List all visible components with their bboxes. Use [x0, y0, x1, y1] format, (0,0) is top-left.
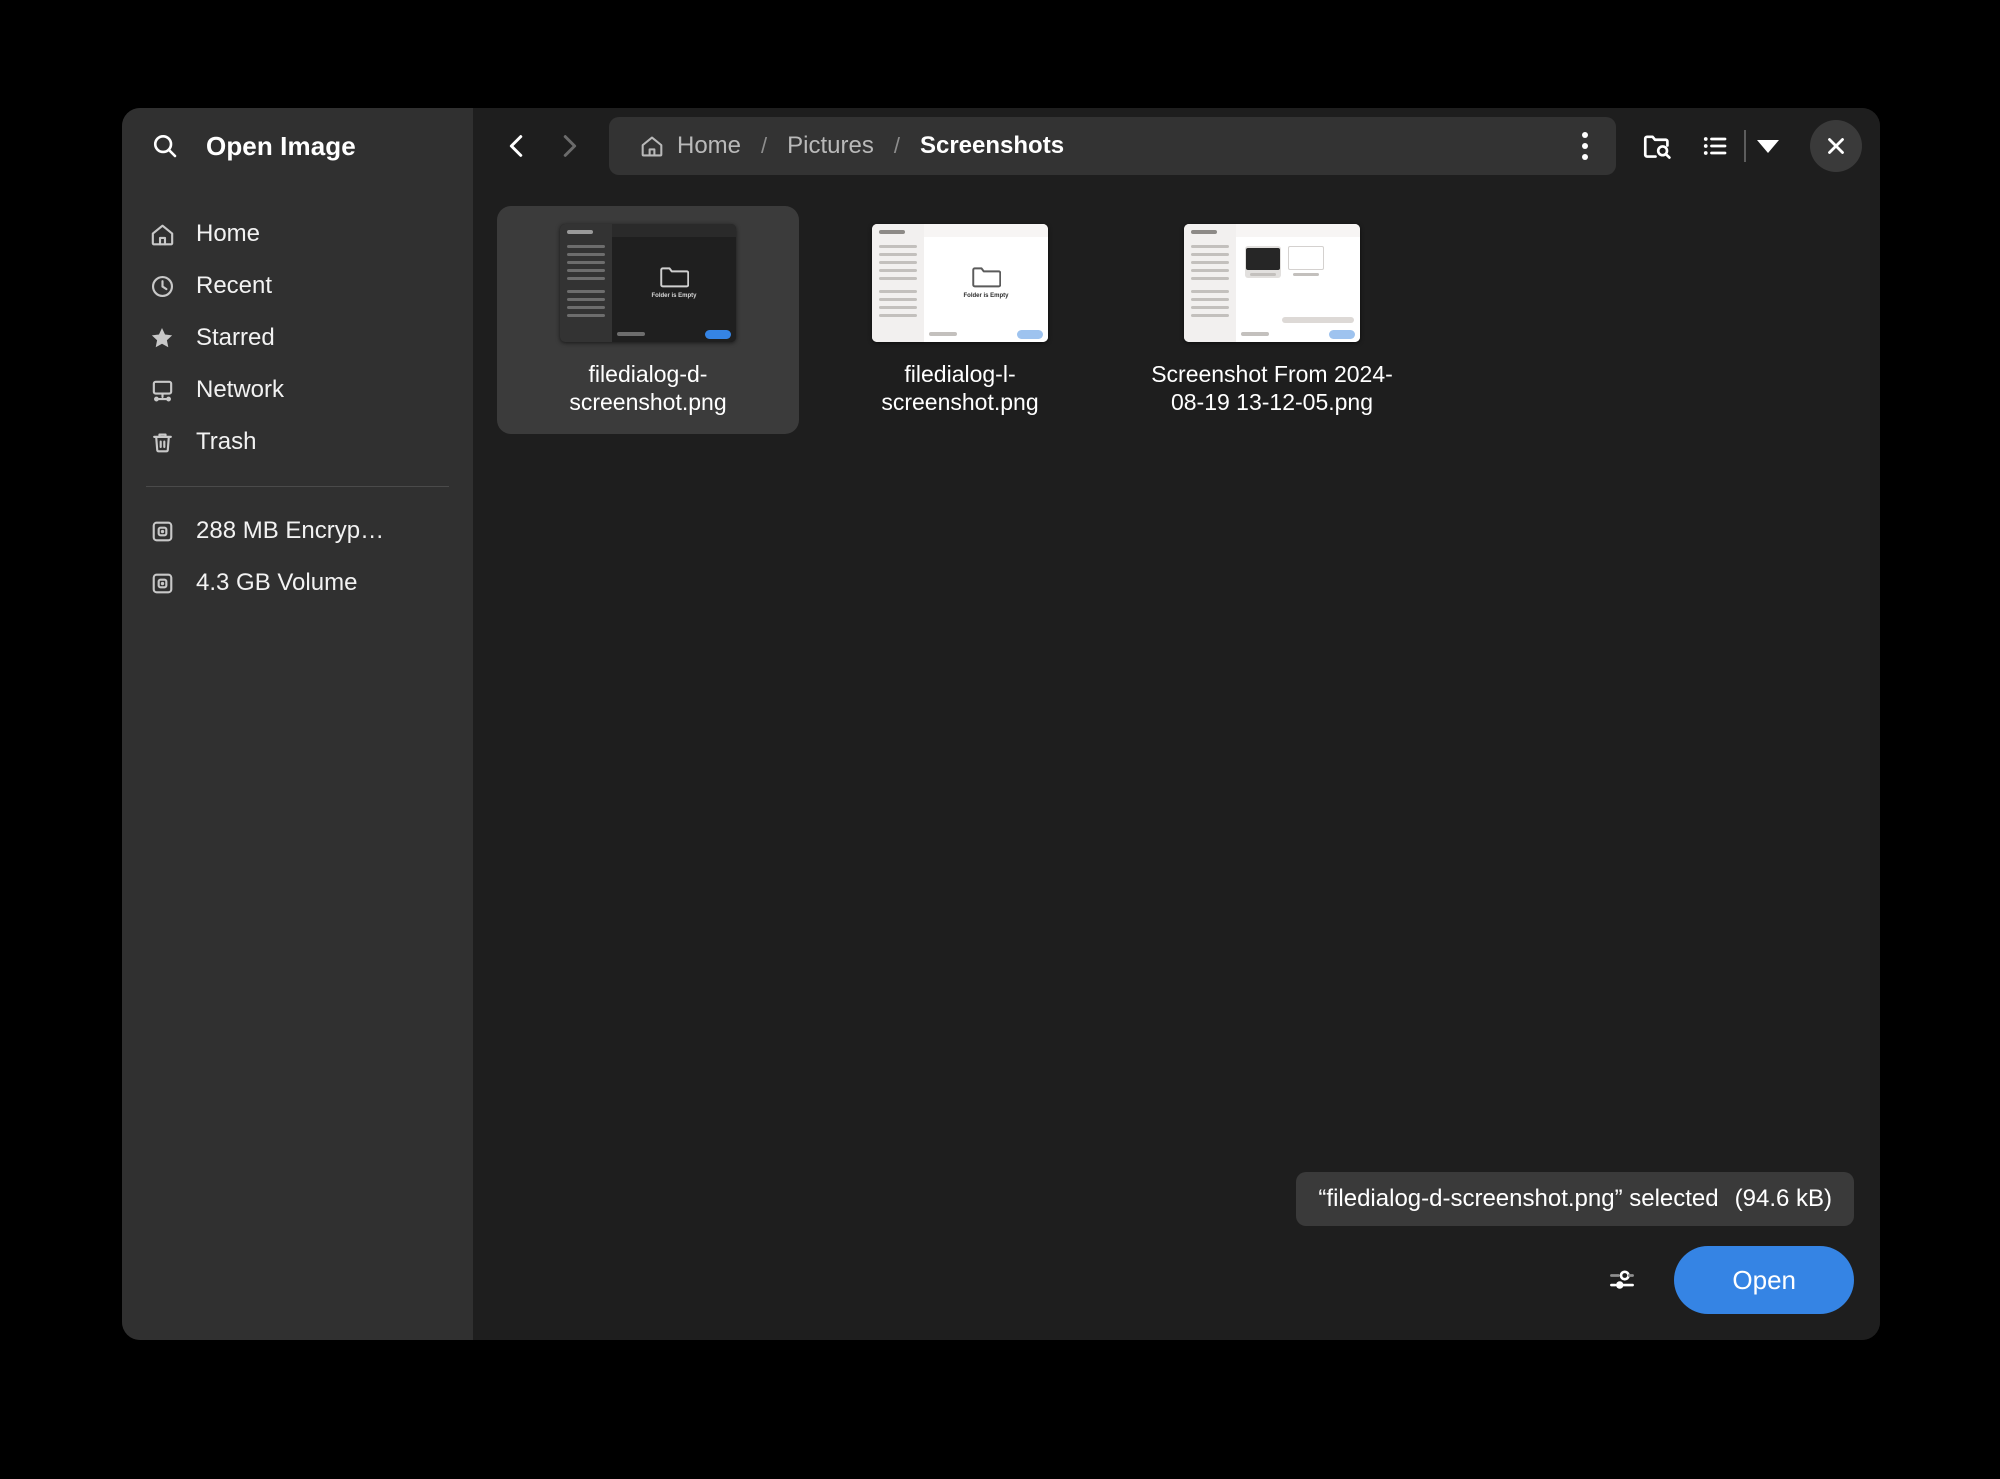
sidebar-divider: [146, 486, 449, 487]
button-divider: [1744, 130, 1746, 162]
drive-icon: [148, 569, 176, 597]
list-view-icon[interactable]: [1688, 119, 1742, 173]
sidebar-item-starred[interactable]: Starred: [136, 312, 459, 364]
thumbnail-caption: Folder is Empty: [963, 292, 1009, 299]
thumbnail-light-dialog: Folder is Empty: [872, 224, 1048, 342]
page-title: Open Image: [206, 130, 356, 161]
home-icon: [639, 133, 665, 159]
file-grid-area[interactable]: Folder is Empty filedialog-d-screenshot.…: [473, 184, 1880, 1172]
breadcrumb-separator: /: [761, 133, 768, 158]
sidebar-item-label: Starred: [196, 324, 275, 351]
close-icon[interactable]: [1810, 120, 1862, 172]
home-icon: [148, 220, 176, 248]
sidebar-item-label: Trash: [196, 428, 257, 455]
open-button[interactable]: Open: [1674, 1246, 1854, 1314]
chevron-down-icon[interactable]: [1748, 119, 1788, 173]
sidebar-item-label: 288 MB Encryp…: [196, 517, 385, 544]
star-icon: [148, 324, 176, 352]
sidebar: Open Image Home Recent Starred Network T…: [122, 108, 473, 1340]
thumbnail-light-grid: [1184, 224, 1360, 342]
folder-search-icon[interactable]: [1630, 119, 1684, 173]
sidebar-item-recent[interactable]: Recent: [136, 260, 459, 312]
sidebar-places-list: Home Recent Starred Network Trash 288 MB…: [122, 184, 473, 609]
breadcrumb-item-home[interactable]: Home: [631, 128, 749, 164]
sidebar-header: Open Image: [122, 108, 473, 184]
selection-status-text: “filedialog-d-screenshot.png” selected: [1318, 1185, 1719, 1212]
breadcrumb-label: Pictures: [787, 132, 874, 159]
file-item[interactable]: Screenshot From 2024-08-19 13-12-05.png: [1121, 206, 1423, 434]
back-button[interactable]: [491, 120, 543, 172]
file-name-label: filedialog-l-screenshot.png: [881, 361, 1039, 416]
breadcrumb: Home / Pictures / Screenshots: [609, 117, 1616, 175]
breadcrumb-list: Home / Pictures / Screenshots: [631, 128, 1556, 164]
main-panel: Home / Pictures / Screenshots Folder is …: [473, 108, 1880, 1340]
file-item[interactable]: Folder is Empty filedialog-d-screenshot.…: [497, 206, 799, 435]
screen-canvas: Open Image Home Recent Starred Network T…: [0, 0, 2000, 1479]
file-thumbnail: Folder is Empty: [871, 222, 1049, 344]
network-icon: [148, 376, 176, 404]
selection-size-text: (94.6 kB): [1734, 1185, 1832, 1212]
file-thumbnail: Folder is Empty: [559, 222, 737, 344]
open-image-dialog: Open Image Home Recent Starred Network T…: [122, 108, 1880, 1340]
clock-icon: [148, 272, 176, 300]
breadcrumb-separator: /: [893, 133, 900, 158]
file-item[interactable]: Folder is Empty filedialog-l-screenshot.…: [809, 206, 1111, 434]
status-badge: “filedialog-d-screenshot.png” selected (…: [1296, 1172, 1854, 1226]
filter-settings-icon[interactable]: [1598, 1256, 1646, 1304]
drive-icon: [148, 517, 176, 545]
breadcrumb-item-pictures[interactable]: Pictures: [779, 128, 882, 164]
sidebar-item-volume-43gb[interactable]: 4.3 GB Volume: [136, 557, 459, 609]
breadcrumb-item-screenshots[interactable]: Screenshots: [912, 128, 1072, 164]
sidebar-item-label: Network: [196, 376, 285, 403]
trash-icon: [148, 428, 176, 456]
sidebar-item-label: 4.3 GB Volume: [196, 569, 358, 596]
breadcrumb-label: Home: [677, 132, 742, 159]
bottom-bar: “filedialog-d-screenshot.png” selected (…: [473, 1172, 1880, 1340]
sidebar-item-label: Recent: [196, 272, 273, 299]
action-row: Open: [1598, 1246, 1854, 1314]
header-bar: Home / Pictures / Screenshots: [473, 108, 1880, 184]
breadcrumb-label: Screenshots: [919, 132, 1065, 159]
file-name-label: filedialog-d-screenshot.png: [569, 361, 727, 416]
thumbnail-caption: Folder is Empty: [651, 292, 697, 299]
file-thumbnail: [1183, 222, 1361, 344]
sidebar-item-home[interactable]: Home: [136, 208, 459, 260]
thumbnail-dark-dialog: Folder is Empty: [560, 224, 736, 342]
search-icon[interactable]: [144, 125, 186, 167]
sidebar-item-network[interactable]: Network: [136, 364, 459, 416]
file-name-label: Screenshot From 2024-08-19 13-12-05.png: [1151, 361, 1393, 416]
forward-button[interactable]: [543, 120, 595, 172]
sidebar-item-label: Home: [196, 220, 261, 247]
view-mode-split-button: [1688, 119, 1788, 173]
vertical-ellipsis-icon[interactable]: [1562, 123, 1608, 169]
sidebar-item-volume-encrypted[interactable]: 288 MB Encryp…: [136, 505, 459, 557]
file-grid: Folder is Empty filedialog-d-screenshot.…: [497, 206, 1862, 435]
sidebar-item-trash[interactable]: Trash: [136, 416, 459, 468]
